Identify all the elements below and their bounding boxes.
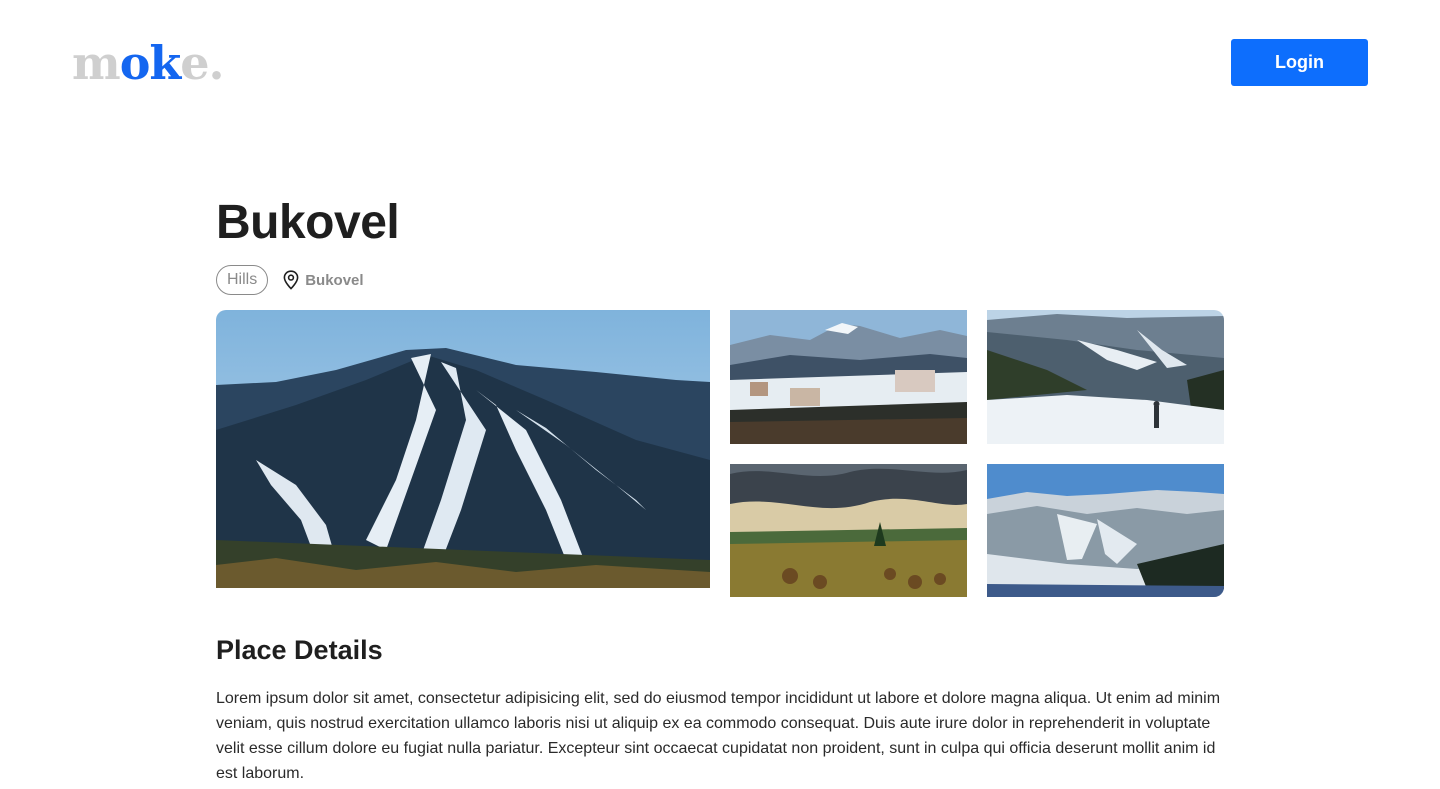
location-label: Bukovel [305,271,364,289]
place-location: Bukovel [282,270,364,290]
logo-part: m [72,36,121,90]
hay-field-storm-clouds-photo[interactable] [730,464,967,597]
resort-town-mountains-photo[interactable] [730,310,967,444]
ski-slopes-forest-photo[interactable] [216,310,710,588]
login-button[interactable]: Login [1231,39,1368,86]
page-title: Bukovel [216,196,400,249]
site-header: moke. Login [0,0,1440,120]
place-main: Bukovel Hills Bukovel Place Details Lore… [216,190,1224,782]
logo-part: e [180,36,209,90]
place-meta: Hills Bukovel [216,265,364,295]
category-tag[interactable]: Hills [216,265,269,295]
snowy-mountain-range-photo[interactable] [987,464,1224,597]
site-logo[interactable]: moke. [72,36,225,90]
place-details-heading: Place Details [216,635,383,665]
map-pin-icon [282,270,300,290]
place-details-text: Lorem ipsum dolor sit amet, consectetur … [216,690,1221,782]
photo-gallery [216,310,1224,597]
logo-dot: . [208,36,225,90]
skier-on-slope-photo[interactable] [987,310,1224,444]
logo-part-accent: ok [119,36,182,90]
